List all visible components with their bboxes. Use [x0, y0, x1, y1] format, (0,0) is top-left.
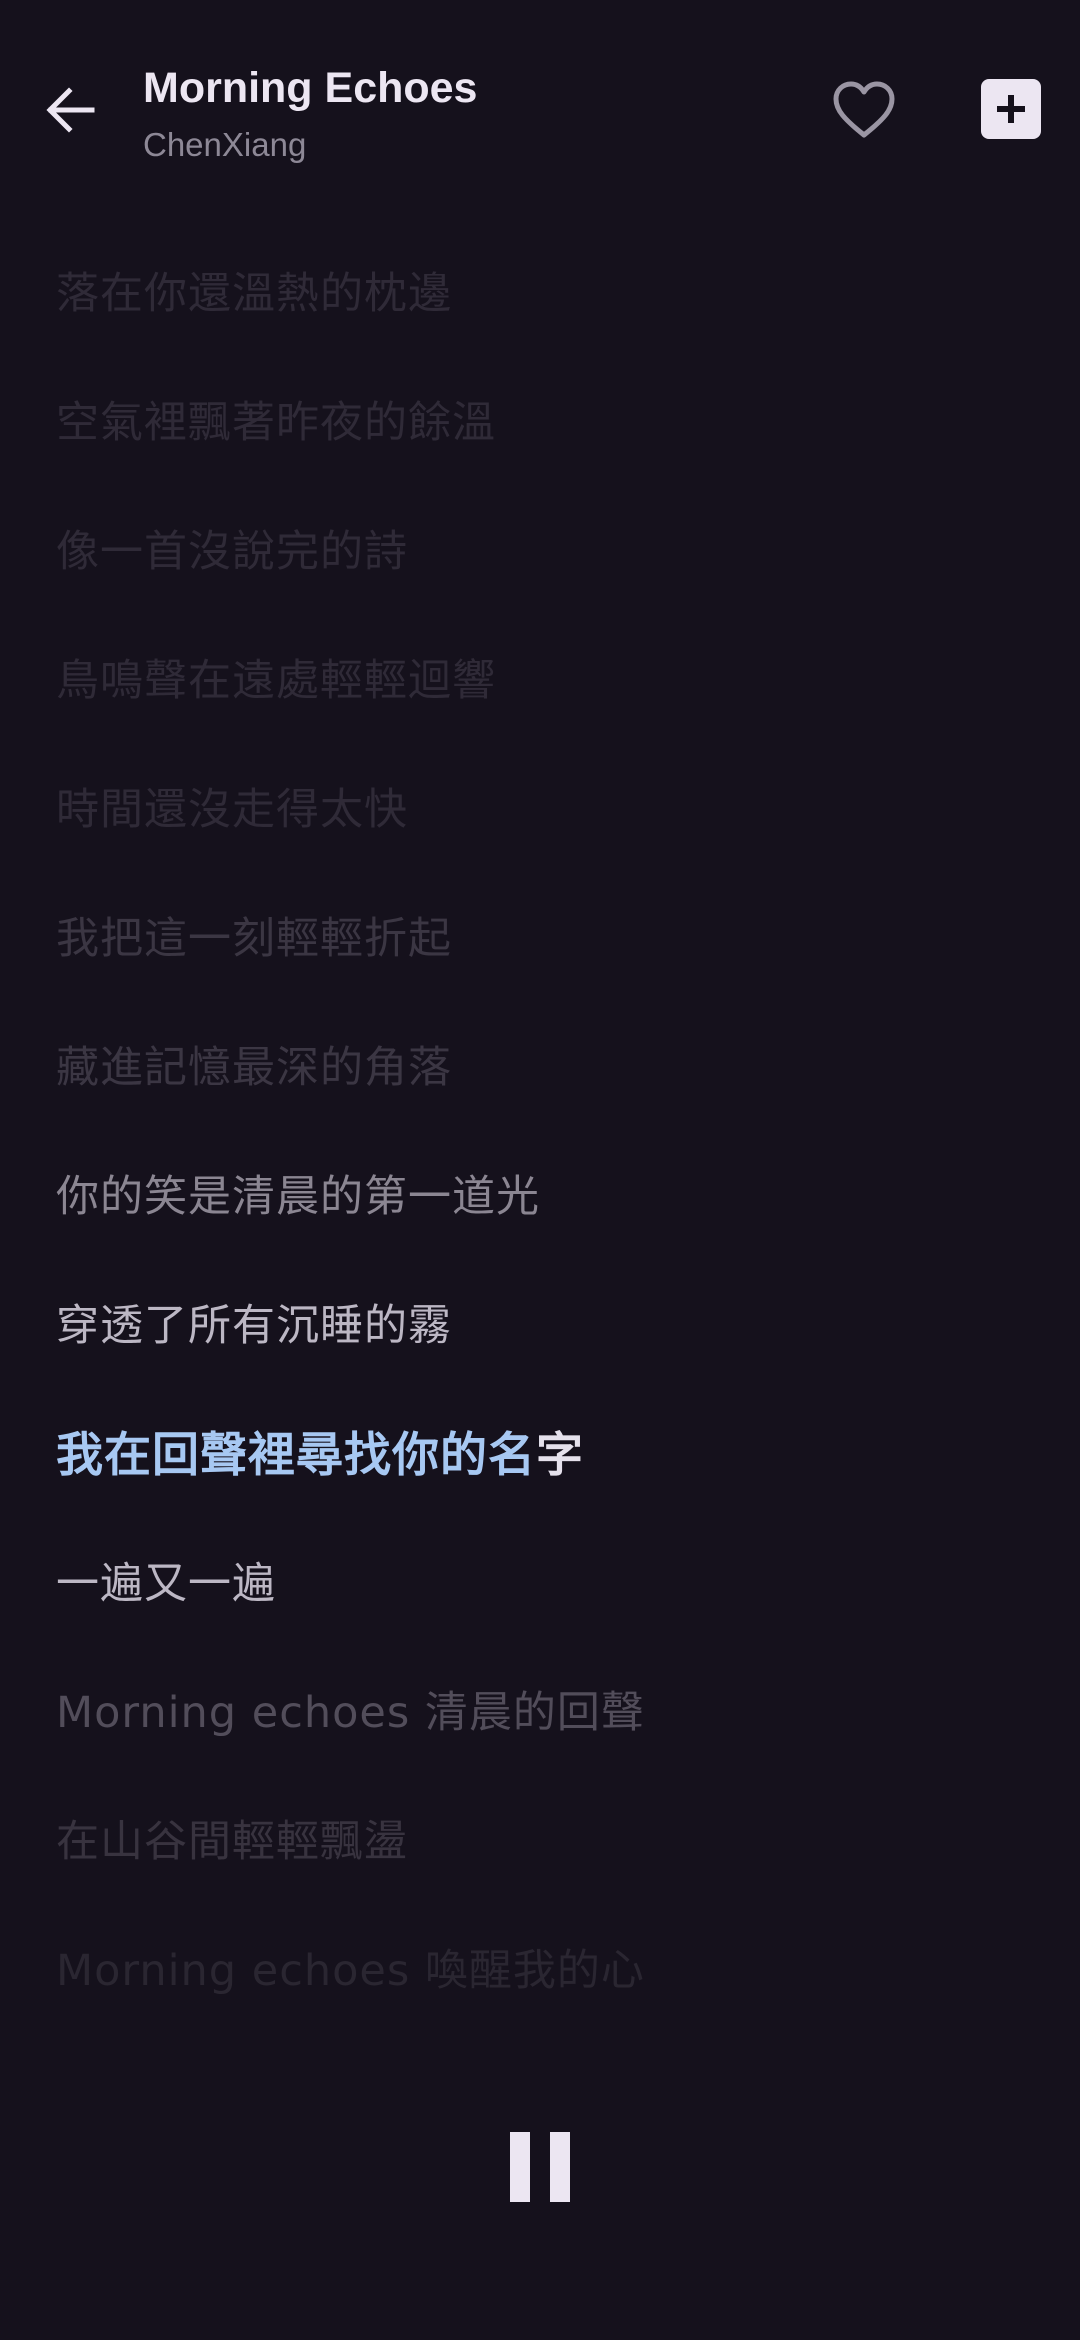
lyric-line[interactable]: Morning echoes 喚醒我的心 [56, 1902, 1036, 2031]
lyrics-screen: Morning Echoes ChenXiang 落在你還溫熱的枕邊 空氣裡飄著… [0, 0, 1080, 2340]
lyric-line[interactable]: 像一首沒說完的詩 [56, 483, 1036, 612]
heart-outline-icon [833, 81, 895, 138]
lyric-line-active[interactable]: 我在回聲裡尋找你的名字 [56, 1386, 1036, 1515]
favorite-button[interactable] [822, 72, 906, 148]
lyric-line[interactable]: 鳥鳴聲在遠處輕輕迴響 [56, 612, 1036, 741]
lyric-line[interactable]: 空氣裡飄著昨夜的餘溫 [56, 354, 1036, 483]
track-artist: ChenXiang [143, 126, 307, 163]
plus-square-icon [997, 95, 1025, 123]
lyric-line[interactable]: 時間還沒走得太快 [56, 741, 1036, 870]
track-title: Morning Echoes [143, 64, 478, 112]
lyric-line[interactable]: 在山谷間輕輕飄盪 [56, 1773, 1036, 1902]
lyric-line[interactable]: 我把這一刻輕輕折起 [56, 870, 1036, 999]
back-button[interactable] [30, 70, 110, 150]
lyric-line[interactable]: 穿透了所有沉睡的霧 [56, 1257, 1036, 1386]
add-to-playlist-button[interactable] [981, 79, 1041, 139]
lyric-line[interactable]: 一遍又一遍 [56, 1515, 1036, 1644]
lyric-unsung-part: 字 [536, 1428, 584, 1483]
track-info: Morning Echoes ChenXiang [143, 58, 477, 170]
lyric-line[interactable]: 落在你還溫熱的枕邊 [56, 225, 1036, 354]
lyric-line[interactable]: Morning echoes 清晨的回聲 [56, 1644, 1036, 1773]
pause-button[interactable] [500, 2122, 580, 2204]
lyrics-list[interactable]: 落在你還溫熱的枕邊 空氣裡飄著昨夜的餘溫 像一首沒說完的詩 鳥鳴聲在遠處輕輕迴響… [56, 225, 1036, 2031]
arrow-left-icon [46, 87, 95, 133]
lyric-line[interactable]: 你的笑是清晨的第一道光 [56, 1128, 1036, 1257]
header: Morning Echoes ChenXiang [0, 0, 1080, 200]
lyric-line[interactable]: 藏進記憶最深的角落 [56, 999, 1036, 1128]
lyric-sung-part: 我在回聲裡尋找你的名 [56, 1428, 536, 1483]
